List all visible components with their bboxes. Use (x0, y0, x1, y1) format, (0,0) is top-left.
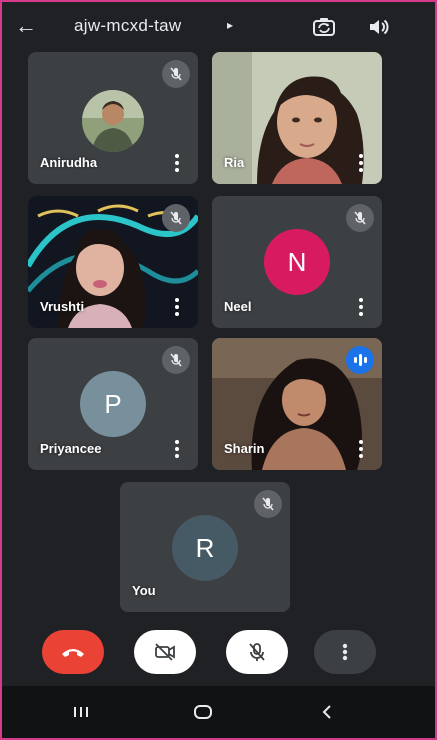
top-bar: ← ajw-mcxd-taw ▸ (2, 2, 435, 52)
participant-tile[interactable]: Vrushti (28, 196, 198, 328)
mic-off-icon (162, 60, 190, 88)
participant-name: Priyancee (40, 441, 102, 456)
more-options-icon[interactable] (358, 440, 364, 458)
self-tile[interactable]: R You (120, 482, 290, 612)
back-arrow-icon[interactable]: ← (12, 12, 40, 40)
participant-avatar: N (264, 229, 330, 295)
participant-avatar: R (172, 515, 238, 581)
meet-call-screen: ← ajw-mcxd-taw ▸ Anirudha Ria Vrushti N … (0, 0, 437, 740)
switch-camera-icon[interactable] (310, 13, 338, 41)
participant-name: Anirudha (40, 155, 98, 170)
mic-off-icon (249, 643, 265, 661)
more-vert-icon (342, 643, 348, 661)
participant-avatar: P (80, 371, 146, 437)
active-speaker-tile[interactable]: Sharin (212, 338, 382, 470)
mic-off-icon (346, 204, 374, 232)
participant-name: Sharin (224, 441, 265, 456)
meeting-code[interactable]: ajw-mcxd-taw (74, 16, 182, 36)
call-controls (2, 622, 435, 682)
system-nav-bar (2, 686, 435, 738)
more-options-icon[interactable] (174, 154, 180, 172)
mic-off-icon (162, 204, 190, 232)
participant-tile[interactable]: N Neel (212, 196, 382, 328)
participant-avatar (82, 90, 144, 152)
microphone-toggle-button[interactable] (226, 630, 288, 674)
participant-name: Ria (224, 155, 245, 170)
back-icon[interactable] (312, 700, 342, 724)
participant-name: Vrushti (40, 299, 85, 314)
participant-tile[interactable]: Ria (212, 52, 382, 184)
more-options-icon[interactable] (174, 298, 180, 316)
mic-off-icon (254, 490, 282, 518)
more-options-button[interactable] (314, 630, 376, 674)
more-options-icon[interactable] (174, 440, 180, 458)
camera-toggle-button[interactable] (134, 630, 196, 674)
camera-off-icon (155, 643, 175, 661)
meeting-details-caret-icon[interactable]: ▸ (227, 18, 233, 32)
participant-tile[interactable]: Anirudha (28, 52, 198, 184)
more-options-icon[interactable] (358, 154, 364, 172)
hang-up-icon (62, 649, 84, 657)
end-call-button[interactable] (42, 630, 104, 674)
participant-name: You (132, 583, 156, 598)
participant-name: Neel (224, 299, 252, 314)
recents-icon[interactable] (66, 700, 96, 724)
mic-off-icon (162, 346, 190, 374)
home-icon[interactable] (188, 700, 218, 724)
more-options-icon[interactable] (358, 298, 364, 316)
speaker-icon[interactable] (364, 13, 392, 41)
speaking-indicator-icon (346, 346, 374, 374)
participant-tile[interactable]: P Priyancee (28, 338, 198, 470)
